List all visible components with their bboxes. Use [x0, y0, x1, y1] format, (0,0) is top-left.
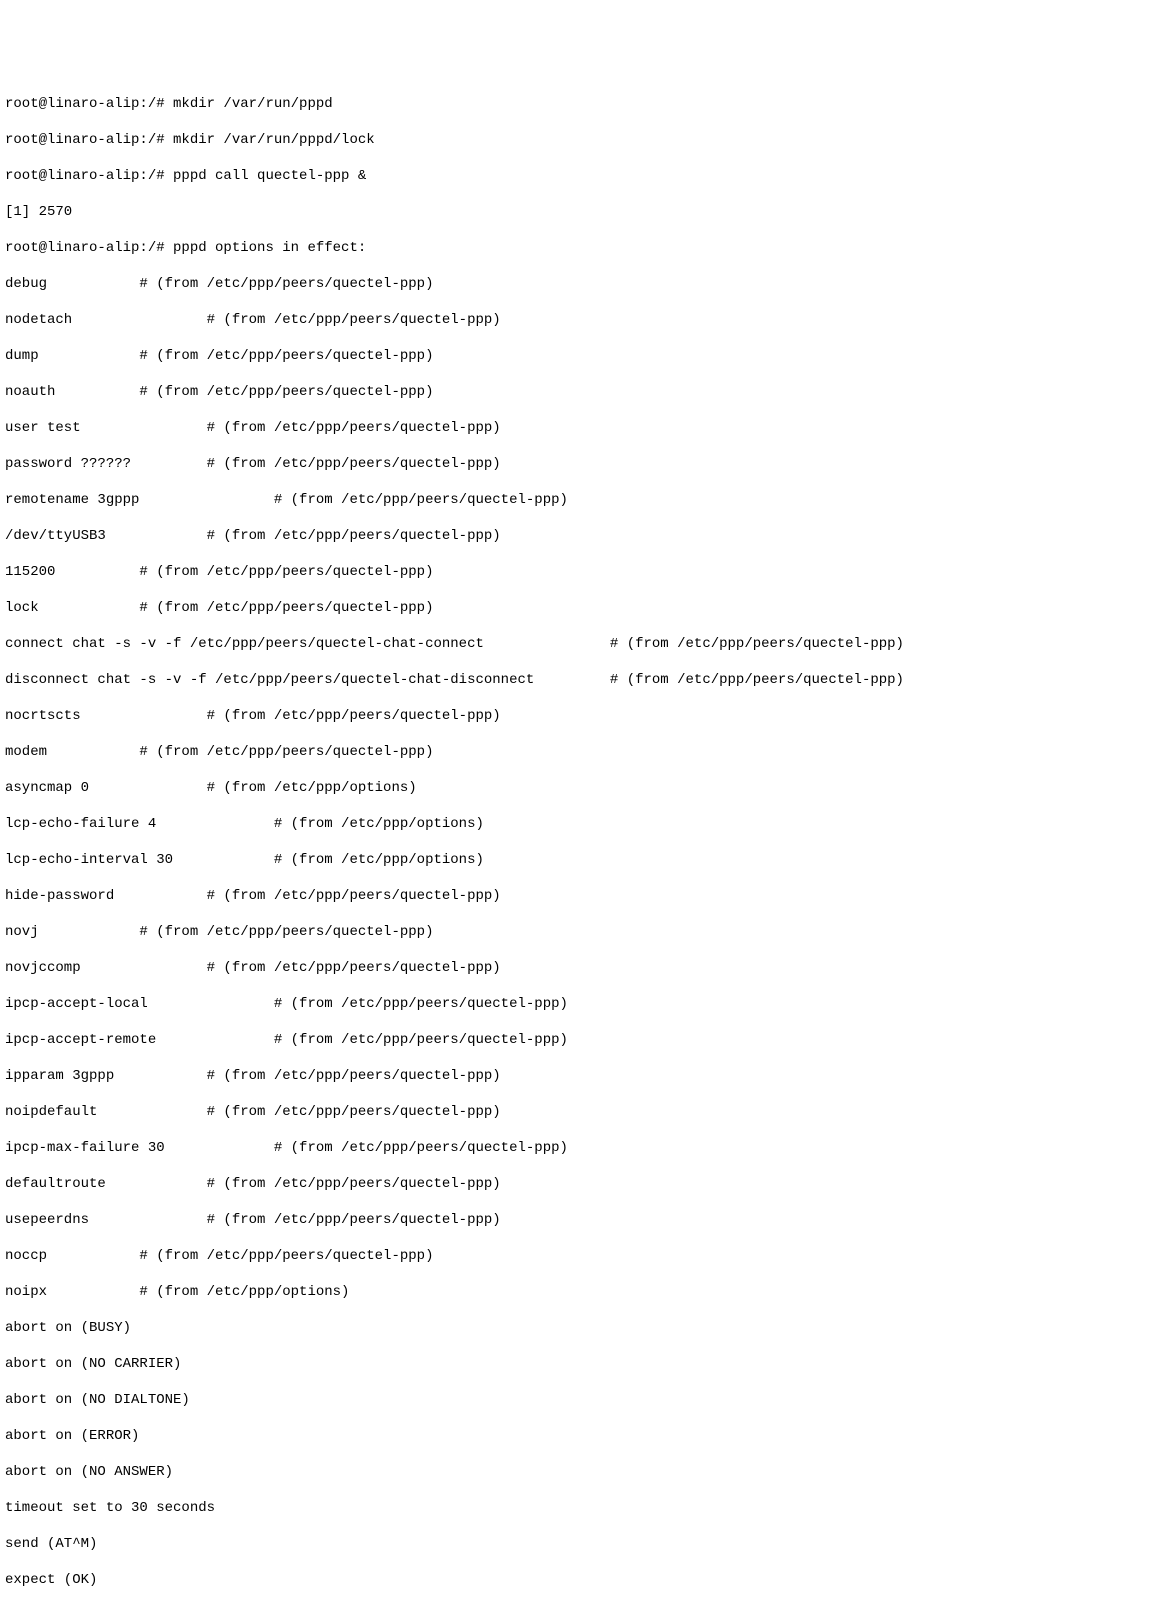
terminal-line: abort on (NO ANSWER) — [5, 1463, 1152, 1481]
terminal-line: /dev/ttyUSB3 # (from /etc/ppp/peers/quec… — [5, 527, 1152, 545]
terminal-line: root@linaro-alip:/# mkdir /var/run/pppd — [5, 95, 1152, 113]
terminal-line: modem # (from /etc/ppp/peers/quectel-ppp… — [5, 743, 1152, 761]
terminal-line: password ?????? # (from /etc/ppp/peers/q… — [5, 455, 1152, 473]
terminal-output: root@linaro-alip:/# mkdir /var/run/pppd … — [5, 77, 1152, 1607]
terminal-line: connect chat -s -v -f /etc/ppp/peers/que… — [5, 635, 1152, 653]
terminal-line: ipparam 3gppp # (from /etc/ppp/peers/que… — [5, 1067, 1152, 1085]
terminal-line: lock # (from /etc/ppp/peers/quectel-ppp) — [5, 599, 1152, 617]
terminal-line: usepeerdns # (from /etc/ppp/peers/quecte… — [5, 1211, 1152, 1229]
terminal-line: expect (OK) — [5, 1571, 1152, 1589]
terminal-line: user test # (from /etc/ppp/peers/quectel… — [5, 419, 1152, 437]
terminal-line: noauth # (from /etc/ppp/peers/quectel-pp… — [5, 383, 1152, 401]
terminal-line: lcp-echo-interval 30 # (from /etc/ppp/op… — [5, 851, 1152, 869]
terminal-line: [1] 2570 — [5, 203, 1152, 221]
terminal-line: novj # (from /etc/ppp/peers/quectel-ppp) — [5, 923, 1152, 941]
terminal-line: root@linaro-alip:/# pppd options in effe… — [5, 239, 1152, 257]
terminal-line: abort on (NO CARRIER) — [5, 1355, 1152, 1373]
terminal-line: novjccomp # (from /etc/ppp/peers/quectel… — [5, 959, 1152, 977]
terminal-line: asyncmap 0 # (from /etc/ppp/options) — [5, 779, 1152, 797]
terminal-line: abort on (BUSY) — [5, 1319, 1152, 1337]
terminal-line: dump # (from /etc/ppp/peers/quectel-ppp) — [5, 347, 1152, 365]
terminal-line: noccp # (from /etc/ppp/peers/quectel-ppp… — [5, 1247, 1152, 1265]
terminal-line: root@linaro-alip:/# mkdir /var/run/pppd/… — [5, 131, 1152, 149]
terminal-line: abort on (NO DIALTONE) — [5, 1391, 1152, 1409]
terminal-line: ipcp-accept-remote # (from /etc/ppp/peer… — [5, 1031, 1152, 1049]
terminal-line: remotename 3gppp # (from /etc/ppp/peers/… — [5, 491, 1152, 509]
terminal-line: abort on (ERROR) — [5, 1427, 1152, 1445]
terminal-line: ipcp-accept-local # (from /etc/ppp/peers… — [5, 995, 1152, 1013]
terminal-line: noipx # (from /etc/ppp/options) — [5, 1283, 1152, 1301]
terminal-line: defaultroute # (from /etc/ppp/peers/quec… — [5, 1175, 1152, 1193]
terminal-line: debug # (from /etc/ppp/peers/quectel-ppp… — [5, 275, 1152, 293]
terminal-line: nodetach # (from /etc/ppp/peers/quectel-… — [5, 311, 1152, 329]
terminal-line: noipdefault # (from /etc/ppp/peers/quect… — [5, 1103, 1152, 1121]
terminal-line: disconnect chat -s -v -f /etc/ppp/peers/… — [5, 671, 1152, 689]
terminal-line: 115200 # (from /etc/ppp/peers/quectel-pp… — [5, 563, 1152, 581]
terminal-line: nocrtscts # (from /etc/ppp/peers/quectel… — [5, 707, 1152, 725]
terminal-line: root@linaro-alip:/# pppd call quectel-pp… — [5, 167, 1152, 185]
terminal-line: timeout set to 30 seconds — [5, 1499, 1152, 1517]
terminal-line: ipcp-max-failure 30 # (from /etc/ppp/pee… — [5, 1139, 1152, 1157]
terminal-line: send (AT^M) — [5, 1535, 1152, 1553]
terminal-line: hide-password # (from /etc/ppp/peers/que… — [5, 887, 1152, 905]
terminal-line: lcp-echo-failure 4 # (from /etc/ppp/opti… — [5, 815, 1152, 833]
